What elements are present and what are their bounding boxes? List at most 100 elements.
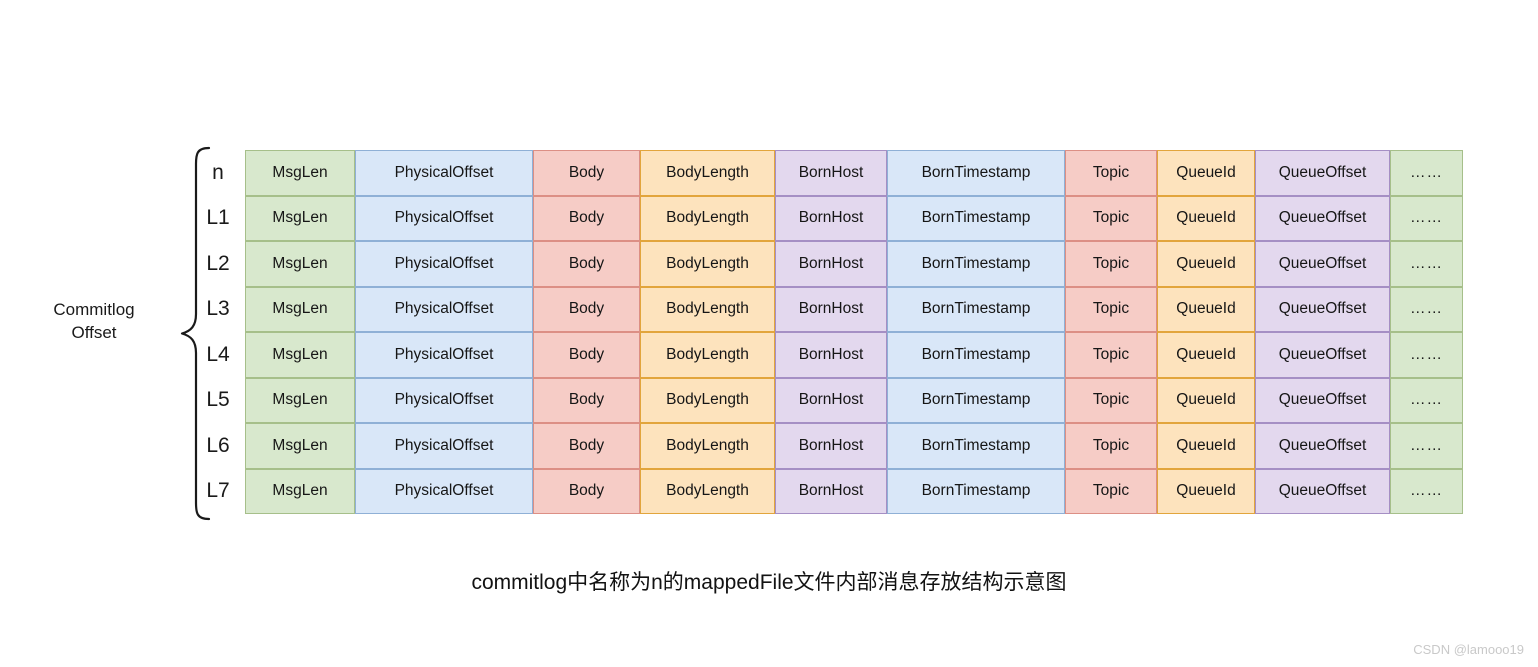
- cell-Body: Body: [533, 195, 640, 241]
- table-row: MsgLen PhysicalOffset Body BodyLength BornHo…: [245, 241, 1463, 287]
- cell-BodyLength: BodyLength: [640, 377, 775, 423]
- cell-BornHost: BornHost: [775, 377, 887, 423]
- cell-QueueOffset: QueueOffset: [1255, 150, 1390, 196]
- cell-BornTimestamp: BornTimestamp: [887, 195, 1065, 241]
- csdn-watermark: CSDN @lamooo19: [1413, 642, 1524, 657]
- cell-BodyLength: BodyLength: [640, 332, 775, 378]
- cell-BornTimestamp: BornTimestamp: [887, 468, 1065, 514]
- cell-PhysicalOffset: PhysicalOffset: [355, 377, 533, 423]
- table-row: MsgLen PhysicalOffset Body BodyLength BornHo…: [245, 468, 1463, 514]
- commitlog-offset-label: Commitlog Offset: [53, 300, 135, 342]
- cell-BornHost: BornHost: [775, 468, 887, 514]
- cell-BornHost: BornHost: [775, 423, 887, 469]
- cell-Topic: Topic: [1065, 423, 1157, 469]
- row-label-7: L7: [206, 479, 230, 503]
- table-row: MsgLen PhysicalOffset Body BodyLength BornHo…: [245, 195, 1463, 241]
- cell-QueueId: QueueId: [1157, 423, 1255, 469]
- row-label-5: L5: [206, 388, 230, 412]
- cell-BornHost: BornHost: [775, 150, 887, 196]
- cell-PhysicalOffset: PhysicalOffset: [355, 423, 533, 469]
- cell-QueueOffset: QueueOffset: [1255, 195, 1390, 241]
- table-row: MsgLen PhysicalOffset Body BodyLength BornHo…: [245, 150, 1463, 196]
- cell-ellipsis: ……: [1390, 195, 1463, 241]
- cell-Body: Body: [533, 468, 640, 514]
- cell-BornTimestamp: BornTimestamp: [887, 286, 1065, 332]
- cell-BodyLength: BodyLength: [640, 195, 775, 241]
- cell-BornTimestamp: BornTimestamp: [887, 150, 1065, 196]
- cell-QueueId: QueueId: [1157, 286, 1255, 332]
- cell-ellipsis: ……: [1390, 332, 1463, 378]
- cell-PhysicalOffset: PhysicalOffset: [355, 468, 533, 514]
- message-structure-table: MsgLen PhysicalOffset Body BodyLength BornHo…: [245, 150, 1463, 514]
- cell-BodyLength: BodyLength: [640, 286, 775, 332]
- cell-PhysicalOffset: PhysicalOffset: [355, 150, 533, 196]
- cell-BodyLength: BodyLength: [640, 468, 775, 514]
- cell-ellipsis: ……: [1390, 468, 1463, 514]
- cell-BornHost: BornHost: [775, 286, 887, 332]
- cell-ellipsis: ……: [1390, 150, 1463, 196]
- row-label-2: L2: [206, 251, 230, 275]
- row-label-1: L1: [206, 206, 230, 230]
- cell-BornTimestamp: BornTimestamp: [887, 377, 1065, 423]
- cell-PhysicalOffset: PhysicalOffset: [355, 286, 533, 332]
- row-label-6: L6: [206, 433, 230, 457]
- cell-ellipsis: ……: [1390, 286, 1463, 332]
- cell-QueueId: QueueId: [1157, 195, 1255, 241]
- cell-ellipsis: ……: [1390, 423, 1463, 469]
- cell-Topic: Topic: [1065, 332, 1157, 378]
- table-row: MsgLen PhysicalOffset Body BodyLength BornHo…: [245, 286, 1463, 332]
- cell-BornHost: BornHost: [775, 332, 887, 378]
- cell-MsgLen: MsgLen: [245, 423, 355, 469]
- cell-MsgLen: MsgLen: [245, 195, 355, 241]
- cell-Body: Body: [533, 332, 640, 378]
- cell-ellipsis: ……: [1390, 241, 1463, 287]
- cell-BodyLength: BodyLength: [640, 150, 775, 196]
- cell-MsgLen: MsgLen: [245, 332, 355, 378]
- cell-QueueOffset: QueueOffset: [1255, 286, 1390, 332]
- cell-Topic: Topic: [1065, 377, 1157, 423]
- cell-Topic: Topic: [1065, 286, 1157, 332]
- table-row: MsgLen PhysicalOffset Body BodyLength BornHo…: [245, 332, 1463, 378]
- cell-ellipsis: ……: [1390, 377, 1463, 423]
- cell-Topic: Topic: [1065, 468, 1157, 514]
- cell-BornHost: BornHost: [775, 241, 887, 287]
- cell-BodyLength: BodyLength: [640, 423, 775, 469]
- row-label-column: n L1 L2 L3 L4 L5 L6 L7: [196, 150, 240, 514]
- cell-QueueOffset: QueueOffset: [1255, 377, 1390, 423]
- cell-PhysicalOffset: PhysicalOffset: [355, 332, 533, 378]
- cell-BornHost: BornHost: [775, 195, 887, 241]
- cell-PhysicalOffset: PhysicalOffset: [355, 241, 533, 287]
- cell-Body: Body: [533, 241, 640, 287]
- diagram-caption: commitlog中名称为n的mappedFile文件内部消息存放结构示意图: [471, 571, 1067, 594]
- cell-QueueOffset: QueueOffset: [1255, 468, 1390, 514]
- cell-QueueId: QueueId: [1157, 332, 1255, 378]
- cell-Topic: Topic: [1065, 150, 1157, 196]
- cell-MsgLen: MsgLen: [245, 377, 355, 423]
- row-label-3: L3: [206, 297, 230, 321]
- cell-PhysicalOffset: PhysicalOffset: [355, 195, 533, 241]
- cell-Topic: Topic: [1065, 195, 1157, 241]
- row-label-0: n: [212, 160, 224, 184]
- cell-Body: Body: [533, 286, 640, 332]
- cell-BodyLength: BodyLength: [640, 241, 775, 287]
- cell-BornTimestamp: BornTimestamp: [887, 423, 1065, 469]
- cell-QueueOffset: QueueOffset: [1255, 241, 1390, 287]
- cell-QueueOffset: QueueOffset: [1255, 423, 1390, 469]
- cell-MsgLen: MsgLen: [245, 286, 355, 332]
- cell-QueueId: QueueId: [1157, 150, 1255, 196]
- cell-QueueId: QueueId: [1157, 241, 1255, 287]
- cell-QueueId: QueueId: [1157, 377, 1255, 423]
- cell-QueueId: QueueId: [1157, 468, 1255, 514]
- cell-MsgLen: MsgLen: [245, 468, 355, 514]
- cell-BornTimestamp: BornTimestamp: [887, 332, 1065, 378]
- cell-MsgLen: MsgLen: [245, 241, 355, 287]
- cell-Body: Body: [533, 423, 640, 469]
- row-label-4: L4: [206, 342, 230, 366]
- cell-QueueOffset: QueueOffset: [1255, 332, 1390, 378]
- table-row: MsgLen PhysicalOffset Body BodyLength BornHo…: [245, 377, 1463, 423]
- cell-Body: Body: [533, 377, 640, 423]
- cell-BornTimestamp: BornTimestamp: [887, 241, 1065, 287]
- cell-Topic: Topic: [1065, 241, 1157, 287]
- cell-Body: Body: [533, 150, 640, 196]
- cell-MsgLen: MsgLen: [245, 150, 355, 196]
